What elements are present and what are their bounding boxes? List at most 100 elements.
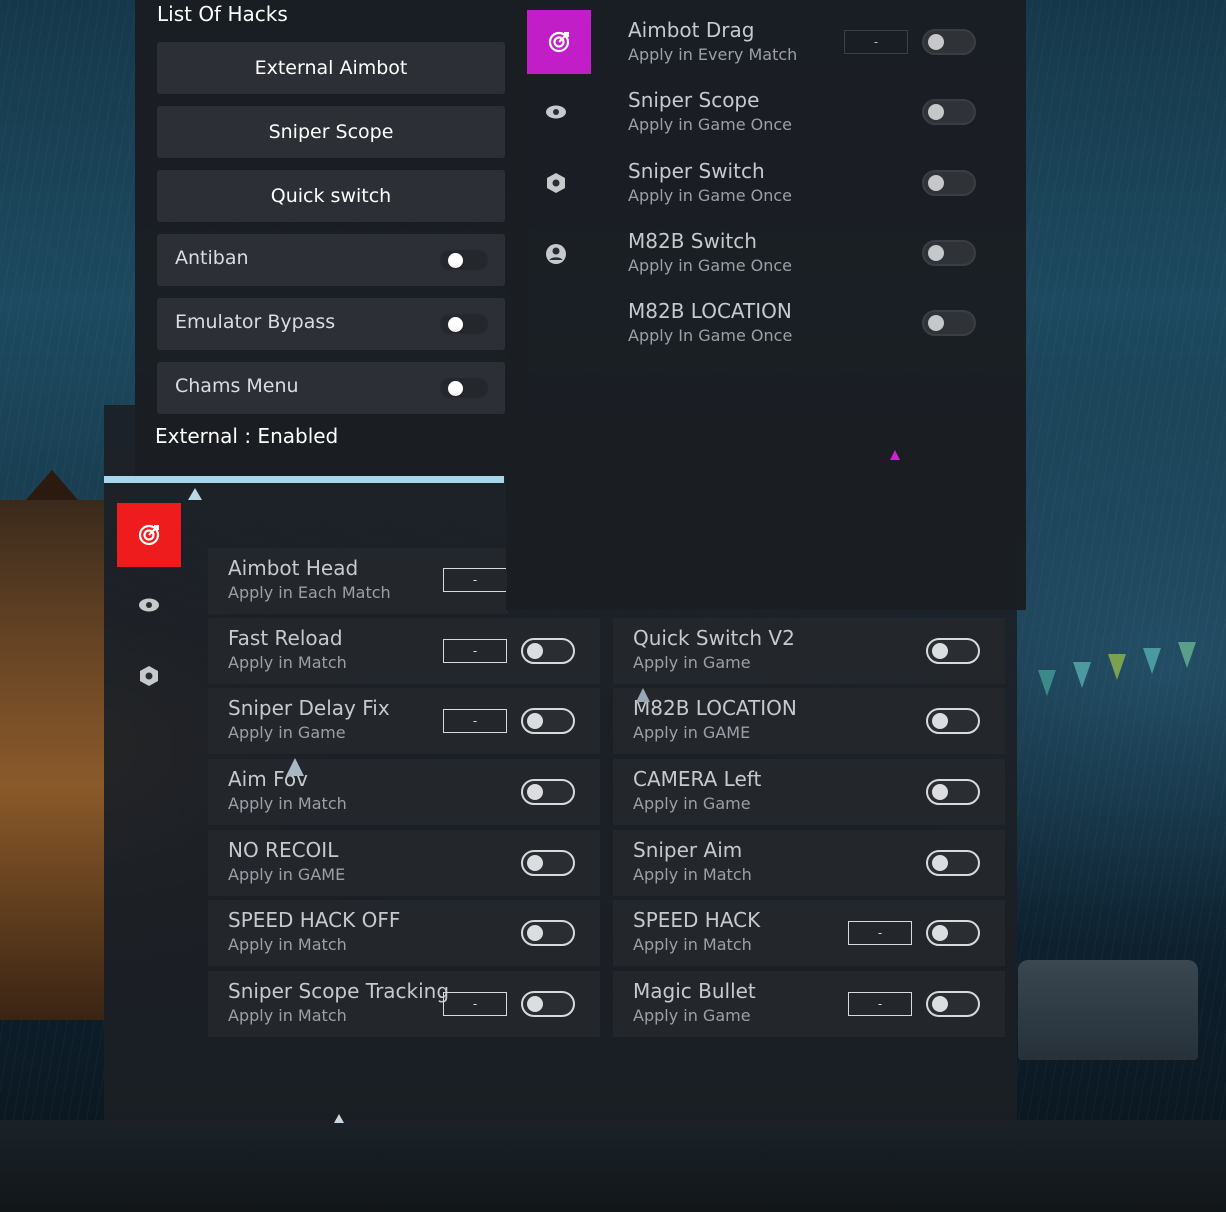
toggle-knob — [527, 855, 543, 871]
row-subtitle: Apply in Game Once — [628, 186, 793, 205]
card-subtitle: Apply in Game — [633, 1006, 751, 1025]
toggle-knob — [932, 855, 948, 871]
row-aimbot-drag: Aimbot Drag Apply in Every Match - — [608, 10, 1008, 76]
antiban-toggle[interactable] — [440, 250, 488, 270]
row-subtitle: Apply in Every Match — [628, 45, 798, 64]
card-title: SPEED HACK — [633, 908, 761, 932]
value-input[interactable]: - — [844, 30, 908, 54]
value-input[interactable]: - — [848, 992, 912, 1016]
main-tab-visual[interactable] — [117, 573, 181, 637]
row-title: Sniper Switch — [628, 159, 765, 183]
car — [1018, 960, 1198, 1060]
card-aim-fov: Aim Fov Apply in Match — [208, 759, 600, 825]
toggle-knob — [527, 643, 543, 659]
toggle-switch[interactable] — [521, 920, 575, 946]
external-aimbot-button[interactable]: External Aimbot — [157, 42, 505, 94]
magenta-triangle-marker — [890, 450, 900, 460]
card-subtitle: Apply in Match — [228, 935, 347, 954]
chams-menu-toggle[interactable] — [440, 378, 488, 398]
card-subtitle: Apply in Game — [633, 653, 751, 672]
row-title: Aimbot Drag — [628, 18, 755, 42]
toggle-switch[interactable] — [521, 708, 575, 734]
card-sniper-scope-tracking: Sniper Scope Tracking Apply in Match - — [208, 971, 600, 1037]
toggle-switch[interactable] — [521, 638, 575, 664]
card-no-recoil: NO RECOIL Apply in GAME — [208, 830, 600, 896]
antiban-label: Antiban — [175, 247, 249, 269]
triangle-marker — [286, 758, 304, 776]
toggle-switch[interactable] — [922, 170, 976, 196]
row-title: Sniper Scope — [628, 88, 760, 112]
toggle-switch[interactable] — [926, 708, 980, 734]
emulator-bypass-row: Emulator Bypass — [157, 298, 505, 350]
row-subtitle: Apply in Game Once — [628, 256, 793, 275]
triangle-marker — [188, 488, 202, 500]
card-title: CAMERA Left — [633, 767, 762, 791]
main-tab-aim[interactable] — [117, 503, 181, 567]
card-subtitle: Apply in Match — [228, 653, 347, 672]
row-subtitle: Apply In Game Once — [628, 326, 793, 345]
card-subtitle: Apply in Each Match — [228, 583, 391, 602]
card-subtitle: Apply in Match — [633, 935, 752, 954]
top-tab-aim[interactable] — [527, 10, 591, 74]
card-subtitle: Apply in Match — [633, 865, 752, 884]
triangle-marker — [334, 1114, 344, 1123]
card-title: Quick Switch V2 — [633, 626, 795, 650]
main-tab-misc[interactable] — [117, 644, 181, 708]
card-fast-reload: Fast Reload Apply in Match - — [208, 618, 600, 684]
toggle-knob — [928, 104, 944, 120]
card-subtitle: Apply in Game — [228, 723, 346, 742]
row-m82b-location: M82B LOCATION Apply In Game Once — [608, 291, 1008, 357]
quick-switch-button[interactable]: Quick switch — [157, 170, 505, 222]
row-sniper-scope: Sniper Scope Apply in Game Once — [608, 80, 1008, 146]
ground — [0, 1120, 1226, 1212]
top-tab-player[interactable] — [524, 222, 588, 286]
card-speed-hack: SPEED HACK Apply in Match - — [613, 900, 1005, 966]
toggle-knob — [928, 315, 944, 331]
toggle-knob — [448, 253, 463, 268]
card-title: Sniper Delay Fix — [228, 696, 390, 720]
user-icon — [546, 244, 566, 264]
toggle-switch[interactable] — [926, 850, 980, 876]
value-input[interactable]: - — [443, 568, 507, 592]
card-title: Aimbot Head — [228, 556, 359, 580]
card-speed-hack-off: SPEED HACK OFF Apply in Match — [208, 900, 600, 966]
house — [0, 500, 104, 1020]
panel-accent-bar — [104, 476, 504, 483]
toggle-switch[interactable] — [926, 991, 980, 1017]
toggle-knob — [928, 34, 944, 50]
toggle-knob — [932, 713, 948, 729]
toggle-switch[interactable] — [521, 779, 575, 805]
antiban-row: Antiban — [157, 234, 505, 286]
card-subtitle: Apply in GAME — [633, 723, 751, 742]
card-sniper-aim: Sniper Aim Apply in Match — [613, 830, 1005, 896]
card-camera-left: CAMERA Left Apply in Game — [613, 759, 1005, 825]
value-input[interactable]: - — [848, 921, 912, 945]
row-subtitle: Apply in Game Once — [628, 115, 793, 134]
card-title: Fast Reload — [228, 626, 343, 650]
emulator-bypass-toggle[interactable] — [440, 314, 488, 334]
toggle-switch[interactable] — [922, 99, 976, 125]
sniper-scope-button[interactable]: Sniper Scope — [157, 106, 505, 158]
toggle-knob — [448, 381, 463, 396]
toggle-switch[interactable] — [521, 991, 575, 1017]
top-tab-misc[interactable] — [524, 151, 588, 215]
toggle-switch[interactable] — [926, 638, 980, 664]
value-input[interactable]: - — [443, 992, 507, 1016]
target-icon — [548, 31, 570, 53]
card-title: Magic Bullet — [633, 979, 756, 1003]
toggle-switch[interactable] — [922, 310, 976, 336]
toggle-knob — [932, 784, 948, 800]
eye-icon — [139, 598, 159, 612]
toggle-knob — [928, 175, 944, 191]
top-tab-visual[interactable] — [524, 80, 588, 144]
card-sniper-delay-fix: Sniper Delay Fix Apply in Game - — [208, 688, 600, 754]
chams-menu-label: Chams Menu — [175, 375, 299, 397]
toggle-switch[interactable] — [926, 920, 980, 946]
toggle-switch[interactable] — [926, 779, 980, 805]
toggle-switch[interactable] — [922, 240, 976, 266]
value-input[interactable]: - — [443, 639, 507, 663]
toggle-switch[interactable] — [922, 29, 976, 55]
value-input[interactable]: - — [443, 709, 507, 733]
toggle-switch[interactable] — [521, 850, 575, 876]
card-title: SPEED HACK OFF — [228, 908, 401, 932]
